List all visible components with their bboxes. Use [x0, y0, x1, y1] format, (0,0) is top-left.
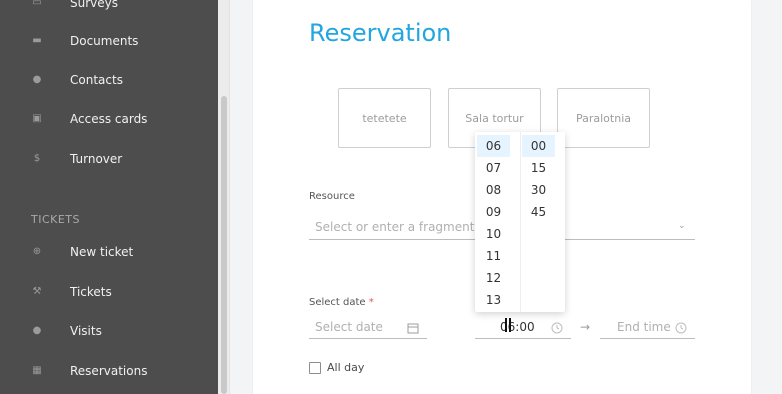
sidebar-item-label: New ticket — [70, 245, 134, 259]
sidebar-item-label: Tickets — [70, 285, 112, 299]
minute-option-label: 15 — [530, 161, 547, 175]
dollar-icon: $ — [33, 153, 41, 164]
sidebar-scrollbar[interactable] — [218, 0, 230, 394]
hour-option-label: 13 — [485, 293, 502, 307]
resource-option-label: Sala tortur — [465, 111, 524, 125]
date-label: Select date * — [309, 297, 374, 308]
minute-option-label: 45 — [530, 205, 547, 219]
date-input-placeholder: Select date — [315, 320, 383, 334]
resource-label: Resource — [309, 191, 355, 202]
resource-option-label: tetetete — [362, 111, 407, 125]
end-time-placeholder: End time — [617, 320, 671, 334]
sidebar-item-access-cards[interactable]: ▣ Access cards — [0, 102, 218, 136]
minute-option-label: 30 — [530, 183, 547, 197]
chevron-down-icon[interactable]: ⌄ — [678, 221, 688, 231]
sidebar-item-label: Contacts — [70, 73, 123, 87]
text-cursor — [505, 318, 511, 332]
minute-option-label: 00 — [530, 139, 547, 153]
sidebar-item-label: Access cards — [70, 112, 148, 126]
hour-option-label: 06 — [485, 139, 502, 153]
all-day-checkbox[interactable] — [309, 362, 321, 374]
plus-circle-icon: ⊕ — [32, 246, 42, 257]
hour-option-label: 10 — [485, 227, 502, 241]
hour-option-label: 07 — [485, 161, 502, 175]
sidebar-item-label: Turnover — [70, 152, 123, 166]
range-arrow: → — [580, 320, 591, 334]
minute-option-30[interactable]: 30 — [522, 179, 555, 201]
hour-option-label: 11 — [485, 249, 502, 263]
hour-option-13[interactable]: 13 — [477, 289, 510, 311]
sidebar-section-tickets: TICKETS — [31, 213, 81, 226]
hour-option-06[interactable]: 06 — [477, 135, 510, 157]
time-picker-divider — [520, 132, 521, 312]
sidebar-item-label: Surveys — [70, 0, 118, 10]
required-mark: * — [368, 297, 374, 308]
app-root: ▭ Surveys ▬ Documents ● Contacts ▣ Acces… — [0, 0, 782, 394]
page-title: Reservation — [309, 19, 452, 47]
all-day-label: All day — [327, 361, 365, 374]
resource-option-tetetete[interactable]: tetetete — [338, 88, 431, 148]
hour-option-07[interactable]: 07 — [477, 157, 510, 179]
sidebar-item-visits[interactable]: ● Visits — [0, 314, 218, 348]
minute-option-15[interactable]: 15 — [522, 157, 555, 179]
minute-option-45[interactable]: 45 — [522, 201, 555, 223]
hour-option-08[interactable]: 08 — [477, 179, 510, 201]
clipboard-icon: ▭ — [32, 0, 42, 8]
resource-select-placeholder: Select or enter a fragment — [315, 220, 475, 234]
card-icon: ▣ — [32, 113, 42, 124]
sidebar-item-documents[interactable]: ▬ Documents — [0, 24, 218, 58]
hour-option-10[interactable]: 10 — [477, 223, 510, 245]
contacts-icon: ● — [32, 74, 42, 85]
clock-icon[interactable] — [551, 322, 563, 334]
sidebar-item-tickets[interactable]: ⚒ Tickets — [0, 275, 218, 309]
hour-option-11[interactable]: 11 — [477, 245, 510, 267]
sidebar-item-label: Visits — [70, 324, 102, 338]
folder-icon: ▬ — [32, 35, 42, 46]
sidebar-item-reservations[interactable]: ▦ Reservations — [0, 354, 218, 388]
resource-option-paralotnia[interactable]: Paralotnia — [557, 88, 650, 148]
calendar-icon[interactable] — [407, 322, 419, 334]
sidebar-item-surveys[interactable]: ▭ Surveys — [0, 0, 218, 20]
hour-option-label: 09 — [485, 205, 502, 219]
minute-option-00[interactable]: 00 — [522, 135, 555, 157]
wrench-icon: ⚒ — [32, 286, 42, 297]
clock-icon[interactable] — [675, 322, 687, 334]
sidebar-item-contacts[interactable]: ● Contacts — [0, 63, 218, 97]
sidebar-scroll-thumb[interactable] — [221, 96, 227, 394]
resource-option-label: Paralotnia — [575, 111, 631, 125]
sidebar-item-label: Reservations — [70, 364, 148, 378]
sidebar-item-label: Documents — [70, 34, 139, 48]
sidebar: ▭ Surveys ▬ Documents ● Contacts ▣ Acces… — [0, 0, 218, 394]
person-icon: ● — [32, 325, 42, 336]
hour-option-label: 08 — [485, 183, 502, 197]
hour-option-12[interactable]: 12 — [477, 267, 510, 289]
sidebar-item-new-ticket[interactable]: ⊕ New ticket — [0, 235, 218, 269]
sidebar-item-turnover[interactable]: $ Turnover — [0, 142, 218, 176]
date-label-text: Select date — [309, 297, 366, 308]
calendar-icon: ▦ — [32, 365, 42, 376]
hour-option-09[interactable]: 09 — [477, 201, 510, 223]
hour-option-label: 12 — [485, 271, 502, 285]
